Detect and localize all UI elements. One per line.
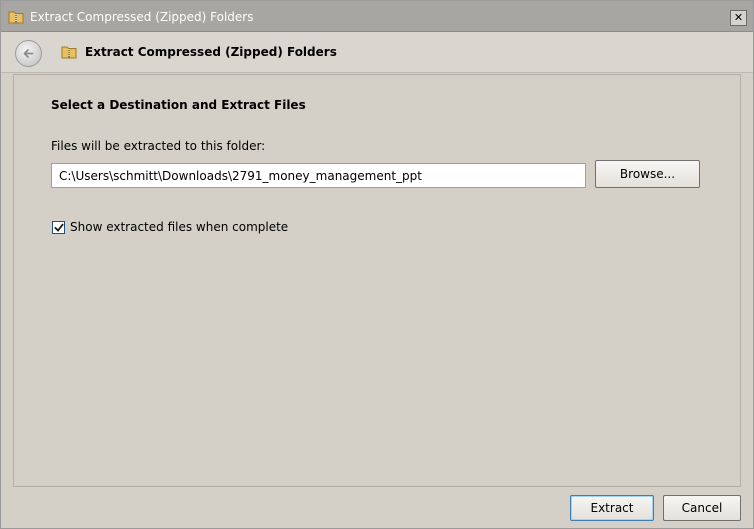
destination-path-input[interactable] — [51, 163, 586, 188]
header-title: Extract Compressed (Zipped) Folders — [85, 45, 337, 59]
extract-button[interactable]: Extract — [570, 495, 654, 521]
content-panel — [13, 74, 741, 487]
checkmark-icon — [54, 223, 64, 232]
browse-button[interactable]: Browse... — [595, 160, 700, 188]
wizard-header: Extract Compressed (Zipped) Folders — [1, 32, 753, 73]
zip-folder-icon — [8, 9, 24, 25]
back-button[interactable] — [15, 40, 42, 67]
section-heading: Select a Destination and Extract Files — [51, 98, 306, 112]
title-bar[interactable]: Extract Compressed (Zipped) Folders ✕ — [1, 1, 753, 32]
show-files-checkbox[interactable] — [52, 221, 65, 234]
destination-label: Files will be extracted to this folder: — [51, 139, 266, 153]
window-title: Extract Compressed (Zipped) Folders — [30, 10, 254, 24]
close-button[interactable]: ✕ — [730, 10, 747, 26]
back-arrow-icon — [23, 49, 34, 58]
extract-dialog: Extract Compressed (Zipped) Folders ✕ Ex… — [0, 0, 754, 529]
zip-folder-icon — [61, 44, 77, 60]
cancel-button[interactable]: Cancel — [663, 495, 741, 521]
show-files-label[interactable]: Show extracted files when complete — [70, 220, 288, 234]
close-icon: ✕ — [733, 11, 744, 24]
